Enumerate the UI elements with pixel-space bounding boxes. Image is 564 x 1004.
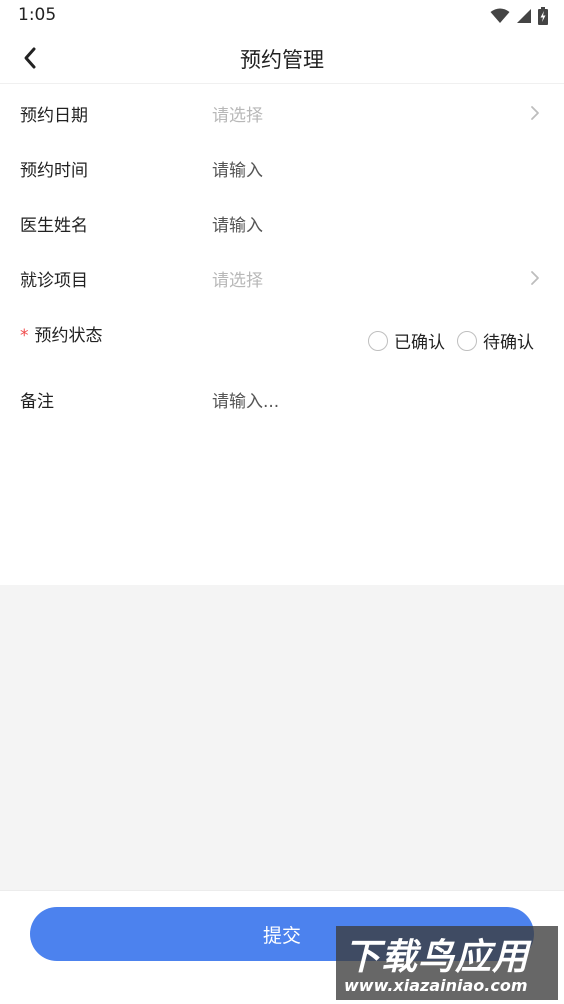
item-row[interactable]: 就诊项目 请选择	[0, 250, 564, 305]
nav-bar: 预约管理	[0, 32, 564, 84]
remark-textarea[interactable]: 请输入...	[212, 387, 512, 412]
doctor-name-input[interactable]: 请输入	[212, 211, 512, 236]
page-title: 预约管理	[240, 48, 324, 72]
watermark-logo: 下载鸟应用 www.xiazainiao.com	[336, 926, 558, 1000]
item-select[interactable]: 请选择	[212, 266, 512, 291]
required-mark: *	[20, 326, 29, 346]
appointment-form: 预约日期 请选择 预约时间 请输入 医生姓名 请输入 就诊项目 请选择 * 预约状…	[0, 85, 564, 471]
status-time: 1:05	[18, 5, 57, 25]
doctor-row: 医生姓名 请输入	[0, 195, 564, 250]
radio-circle-icon[interactable]	[457, 330, 477, 351]
status-row: * 预约状态 已确认 待确认	[0, 305, 564, 371]
remark-row: 备注 请输入...	[0, 371, 564, 471]
date-select[interactable]: 请选择	[212, 101, 512, 126]
signal-icon	[516, 8, 532, 24]
date-label: 预约日期	[20, 106, 88, 126]
status-icons	[490, 6, 548, 26]
watermark-main-text: 下载鸟应用	[344, 937, 530, 978]
radio-confirmed-label: 已确认	[394, 333, 445, 353]
radio-circle-icon[interactable]	[368, 330, 388, 351]
empty-area	[0, 585, 564, 890]
radio-pending-label: 待确认	[483, 333, 534, 353]
status-label-wrap: * 预约状态	[20, 321, 103, 346]
date-row[interactable]: 预约日期 请选择	[0, 85, 564, 140]
status-radio-group: 已确认 待确认	[368, 328, 534, 353]
radio-confirmed[interactable]: 已确认	[368, 328, 445, 353]
radio-pending[interactable]: 待确认	[457, 328, 534, 353]
time-row: 预约时间 请输入	[0, 140, 564, 195]
status-label: 预约状态	[34, 326, 103, 346]
remark-label: 备注	[20, 392, 54, 412]
item-label: 就诊项目	[20, 271, 88, 291]
status-bar: 1:05	[0, 0, 564, 32]
time-input[interactable]: 请输入	[212, 156, 512, 181]
chevron-right-icon	[531, 106, 539, 120]
wifi-icon	[490, 8, 510, 24]
screen: 1:05 预约管理 预约日期 请选择 预约时间 请输入 医生姓名 请输入 就诊项…	[0, 0, 564, 1004]
time-label: 预约时间	[20, 161, 88, 181]
doctor-label: 医生姓名	[20, 216, 88, 236]
chevron-right-icon	[531, 271, 539, 285]
battery-charging-icon	[538, 7, 548, 25]
watermark-url-text: www.xiazainiao.com	[344, 976, 528, 995]
